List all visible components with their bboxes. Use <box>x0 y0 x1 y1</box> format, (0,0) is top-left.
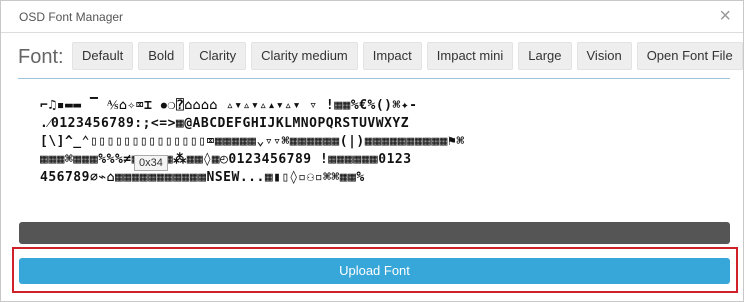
preset-large-button[interactable]: Large <box>518 42 572 70</box>
character-code-tooltip: 0x34 <box>134 155 168 171</box>
dialog-titlebar: OSD Font Manager × <box>1 1 743 33</box>
open-font-file-button[interactable]: Open Font File <box>636 42 743 70</box>
font-character-map[interactable]: ⌐♫▪▬▬ ▔ ⅍⌂✧⌧⌶ ⦁❍⍰⌂⌂⌂⌂ ▵▾▵▾▵▴▾▵▾ ▿ !▦▦%€%… <box>40 97 720 205</box>
preset-clarity-medium-button[interactable]: Clarity medium <box>251 42 358 70</box>
charmap-row: [\]^_⌃▯▯▯▯▯▯▯▯▯▯▯▯▯▯⌧▦▦▦▦▦⌄▿▿⌘▦▦▦▦▦▦(|)▦… <box>40 134 465 149</box>
dialog-title: OSD Font Manager <box>19 10 124 24</box>
close-icon[interactable]: × <box>719 5 731 27</box>
preset-default-button[interactable]: Default <box>72 42 134 70</box>
preset-impact-button[interactable]: Impact <box>362 42 422 70</box>
font-preset-list: Default Bold Clarity Clarity medium Impa… <box>72 42 743 70</box>
preset-impact-mini-button[interactable]: Impact mini <box>426 42 514 70</box>
charmap-row: ⌐♫▪▬▬ ▔ ⅍⌂✧⌧⌶ ⦁❍⍰⌂⌂⌂⌂ ▵▾▵▾▵▴▾▵▾ ▿ !▦▦%€%… <box>40 98 418 113</box>
preset-vision-button[interactable]: Vision <box>576 42 632 70</box>
upload-font-button[interactable]: Upload Font <box>19 258 730 284</box>
preset-bold-button[interactable]: Bold <box>138 42 185 70</box>
upload-progress-bar <box>19 222 730 244</box>
font-preset-bar: Font: Default Bold Clarity Clarity mediu… <box>18 42 743 79</box>
charmap-row: 456789⌀⌁⌂▦▦▦▦▦▦▦▦▦▦▦NSEW...▦▮▯◊▫⚇▫⌘⌘▦▦% <box>40 170 365 185</box>
charmap-row: .⁄0123456789:;<=>▦@ABCDEFGHIJKLMNOPQRSTU… <box>40 116 410 131</box>
font-label: Font: <box>18 46 64 68</box>
preset-clarity-button[interactable]: Clarity <box>189 42 247 70</box>
